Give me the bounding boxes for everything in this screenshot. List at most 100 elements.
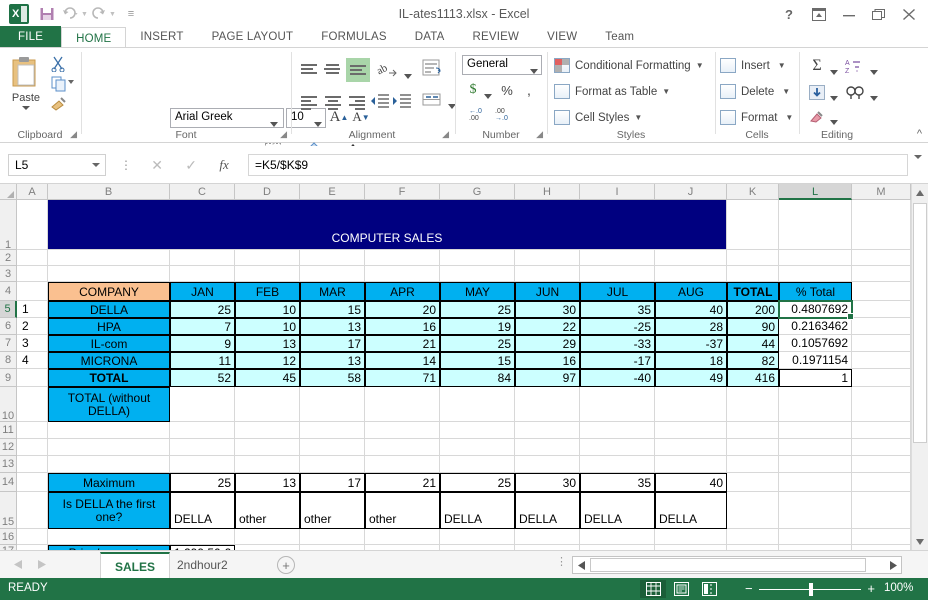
cell-I9[interactable]: -40	[580, 369, 655, 387]
copy-icon[interactable]	[50, 76, 68, 92]
cell-G15[interactable]: DELLA	[440, 492, 515, 529]
fill-dropdown-icon[interactable]	[830, 90, 838, 104]
cell-H11[interactable]	[515, 422, 580, 439]
column-header-J[interactable]: J	[655, 184, 727, 200]
font-name-dropdown-icon[interactable]	[270, 116, 278, 130]
tab-view[interactable]: VIEW	[533, 26, 591, 48]
cell-G9[interactable]: 84	[440, 369, 515, 387]
row-header-8[interactable]: 8	[0, 352, 17, 369]
cell-F8[interactable]: 14	[365, 352, 440, 369]
cell-M6[interactable]	[852, 318, 911, 335]
cell-L6-pct[interactable]: 0.2163462	[779, 318, 852, 335]
increase-indent-icon[interactable]	[392, 92, 414, 112]
cell-D11[interactable]	[235, 422, 300, 439]
cell-G6[interactable]: 19	[440, 318, 515, 335]
cell-L2[interactable]	[779, 250, 852, 266]
cell-B4-company-header[interactable]: COMPANY	[48, 282, 170, 301]
decrease-indent-icon[interactable]	[370, 92, 392, 112]
cell-G11[interactable]	[440, 422, 515, 439]
cell-D15[interactable]: other	[235, 492, 300, 529]
align-middle-icon[interactable]	[322, 60, 344, 80]
cell-A3[interactable]	[17, 266, 48, 282]
cell-F5[interactable]: 20	[365, 301, 440, 318]
cell-E9[interactable]: 58	[300, 369, 365, 387]
cell-E12[interactable]	[300, 439, 365, 456]
cell-K5-total[interactable]: 200	[727, 301, 779, 318]
horizontal-scrollbar[interactable]	[572, 556, 902, 574]
cell-K6-total[interactable]: 90	[727, 318, 779, 335]
cell-G14[interactable]: 25	[440, 473, 515, 492]
cell-M16[interactable]	[852, 529, 911, 545]
cell-C4-jan-header[interactable]: JAN	[170, 282, 235, 301]
cell-B15-della-first-label[interactable]: Is DELLA the first one?	[48, 492, 170, 529]
cell-G3[interactable]	[440, 266, 515, 282]
cell-K3[interactable]	[727, 266, 779, 282]
cell-title-merged[interactable]: COMPUTER SALES	[48, 200, 727, 250]
conditional-formatting-button[interactable]: Conditional Formatting ▼	[554, 58, 704, 73]
row-header-11[interactable]: 11	[0, 422, 17, 439]
vertical-scrollbar[interactable]	[911, 184, 928, 550]
cell-A16[interactable]	[17, 529, 48, 545]
merge-center-icon[interactable]	[422, 90, 446, 112]
row-header-7[interactable]: 7	[0, 335, 17, 352]
cell-C5[interactable]: 25	[170, 301, 235, 318]
cell-F2[interactable]	[365, 250, 440, 266]
column-header-H[interactable]: H	[515, 184, 580, 200]
cell-A15[interactable]	[17, 492, 48, 529]
column-header-F[interactable]: F	[365, 184, 440, 200]
cell-F9[interactable]: 71	[365, 369, 440, 387]
cell-L8-pct[interactable]: 0.1971154	[779, 352, 852, 369]
cell-F12[interactable]	[365, 439, 440, 456]
cell-J12[interactable]	[655, 439, 727, 456]
expand-formula-bar-icon[interactable]	[914, 155, 922, 159]
cell-L12[interactable]	[779, 439, 852, 456]
cell-C9[interactable]: 52	[170, 369, 235, 387]
orientation-dropdown-icon[interactable]	[404, 68, 412, 82]
cell-K4-total-header[interactable]: TOTAL	[727, 282, 779, 301]
cell-A7-index[interactable]: 3	[17, 335, 48, 352]
cell-styles-button[interactable]: Cell Styles ▼	[554, 110, 642, 125]
cell-A11[interactable]	[17, 422, 48, 439]
cell-E8[interactable]: 13	[300, 352, 365, 369]
sheet-tab-sales[interactable]: SALES	[100, 552, 171, 578]
insert-cells-button[interactable]: Insert ▼	[720, 58, 786, 73]
clear-icon[interactable]	[806, 106, 828, 126]
cell-K9-grand-total[interactable]: 416	[727, 369, 779, 387]
cell-D8[interactable]: 12	[235, 352, 300, 369]
formula-input[interactable]: =K5/$K$9	[248, 154, 908, 176]
cell-G7[interactable]: 25	[440, 335, 515, 352]
tab-formulas[interactable]: FORMULAS	[307, 26, 401, 48]
cell-B16[interactable]	[48, 529, 170, 545]
cell-K7-total[interactable]: 44	[727, 335, 779, 352]
undo-icon[interactable]: ▼	[62, 2, 88, 26]
row-header-2[interactable]: 2	[0, 250, 17, 266]
cell-D4-feb-header[interactable]: FEB	[235, 282, 300, 301]
cell-C13[interactable]	[170, 456, 235, 473]
normal-view-icon[interactable]	[640, 580, 666, 598]
cell-G13[interactable]	[440, 456, 515, 473]
tab-page-layout[interactable]: PAGE LAYOUT	[198, 26, 308, 48]
row-header-4[interactable]: 4	[0, 282, 17, 301]
cell-M13[interactable]	[852, 456, 911, 473]
cell-K16[interactable]	[727, 529, 779, 545]
cut-icon[interactable]	[50, 56, 68, 73]
cell-styles-dropdown-icon[interactable]: ▼	[634, 113, 642, 122]
close-button[interactable]	[894, 1, 924, 27]
help-button[interactable]: ?	[774, 1, 804, 27]
cell-C3[interactable]	[170, 266, 235, 282]
cell-M10[interactable]	[852, 387, 911, 422]
sort-filter-dropdown-icon[interactable]	[870, 64, 878, 78]
cell-A9[interactable]	[17, 369, 48, 387]
cell-B3[interactable]	[48, 266, 170, 282]
percent-format-button[interactable]: %	[498, 80, 516, 100]
cell-J7[interactable]: -37	[655, 335, 727, 352]
column-header-D[interactable]: D	[235, 184, 300, 200]
cell-L4-pct-header[interactable]: % Total	[779, 282, 852, 301]
insert-dropdown-icon[interactable]: ▼	[778, 61, 786, 70]
cell-L9-pct[interactable]: 1	[779, 369, 852, 387]
column-header-E[interactable]: E	[300, 184, 365, 200]
cell-H14[interactable]: 30	[515, 473, 580, 492]
cell-L13[interactable]	[779, 456, 852, 473]
cell-H15[interactable]: DELLA	[515, 492, 580, 529]
font-dialog-launcher-icon[interactable]: ◢	[280, 129, 287, 140]
